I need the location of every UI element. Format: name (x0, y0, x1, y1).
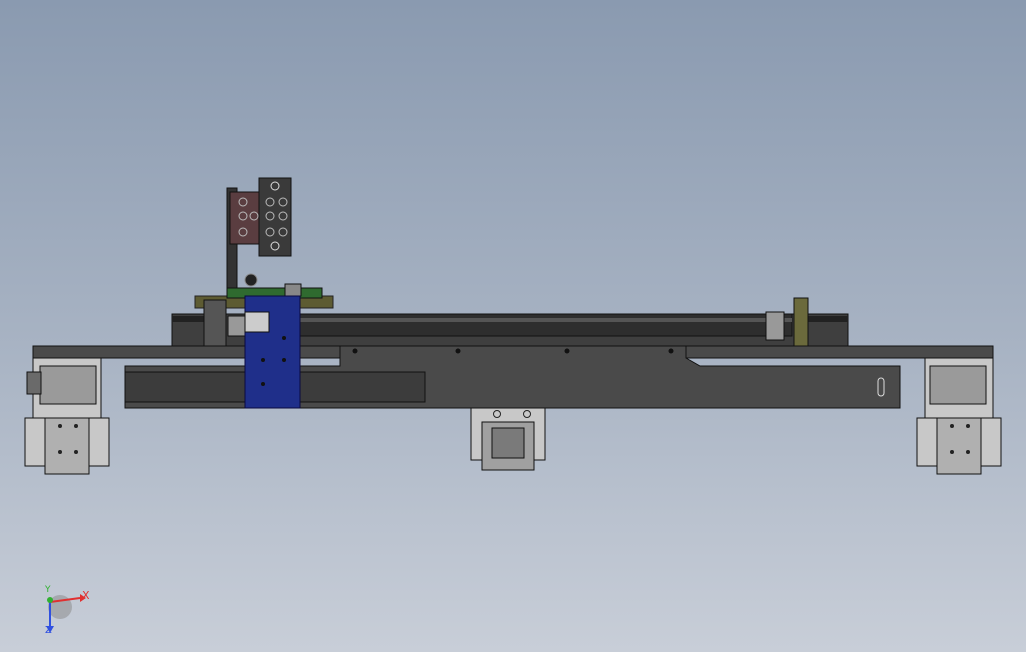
axis-x-label: X (82, 589, 90, 602)
axis-y-label: Y (45, 585, 51, 595)
right-foot-bracket[interactable] (916, 357, 1002, 475)
lead-screw[interactable] (299, 313, 793, 337)
left-foot-bracket[interactable] (24, 357, 110, 475)
center-mount-bracket[interactable] (470, 407, 546, 471)
main-beam[interactable] (32, 345, 994, 409)
blue-carriage[interactable] (244, 295, 301, 409)
linear-module-model[interactable] (0, 0, 1026, 652)
cad-viewport[interactable]: X Y Z (0, 0, 1026, 652)
orientation-triad (46, 594, 86, 633)
axis-z-label: Z (45, 625, 52, 636)
vertical-mount-bracket[interactable] (226, 177, 292, 289)
